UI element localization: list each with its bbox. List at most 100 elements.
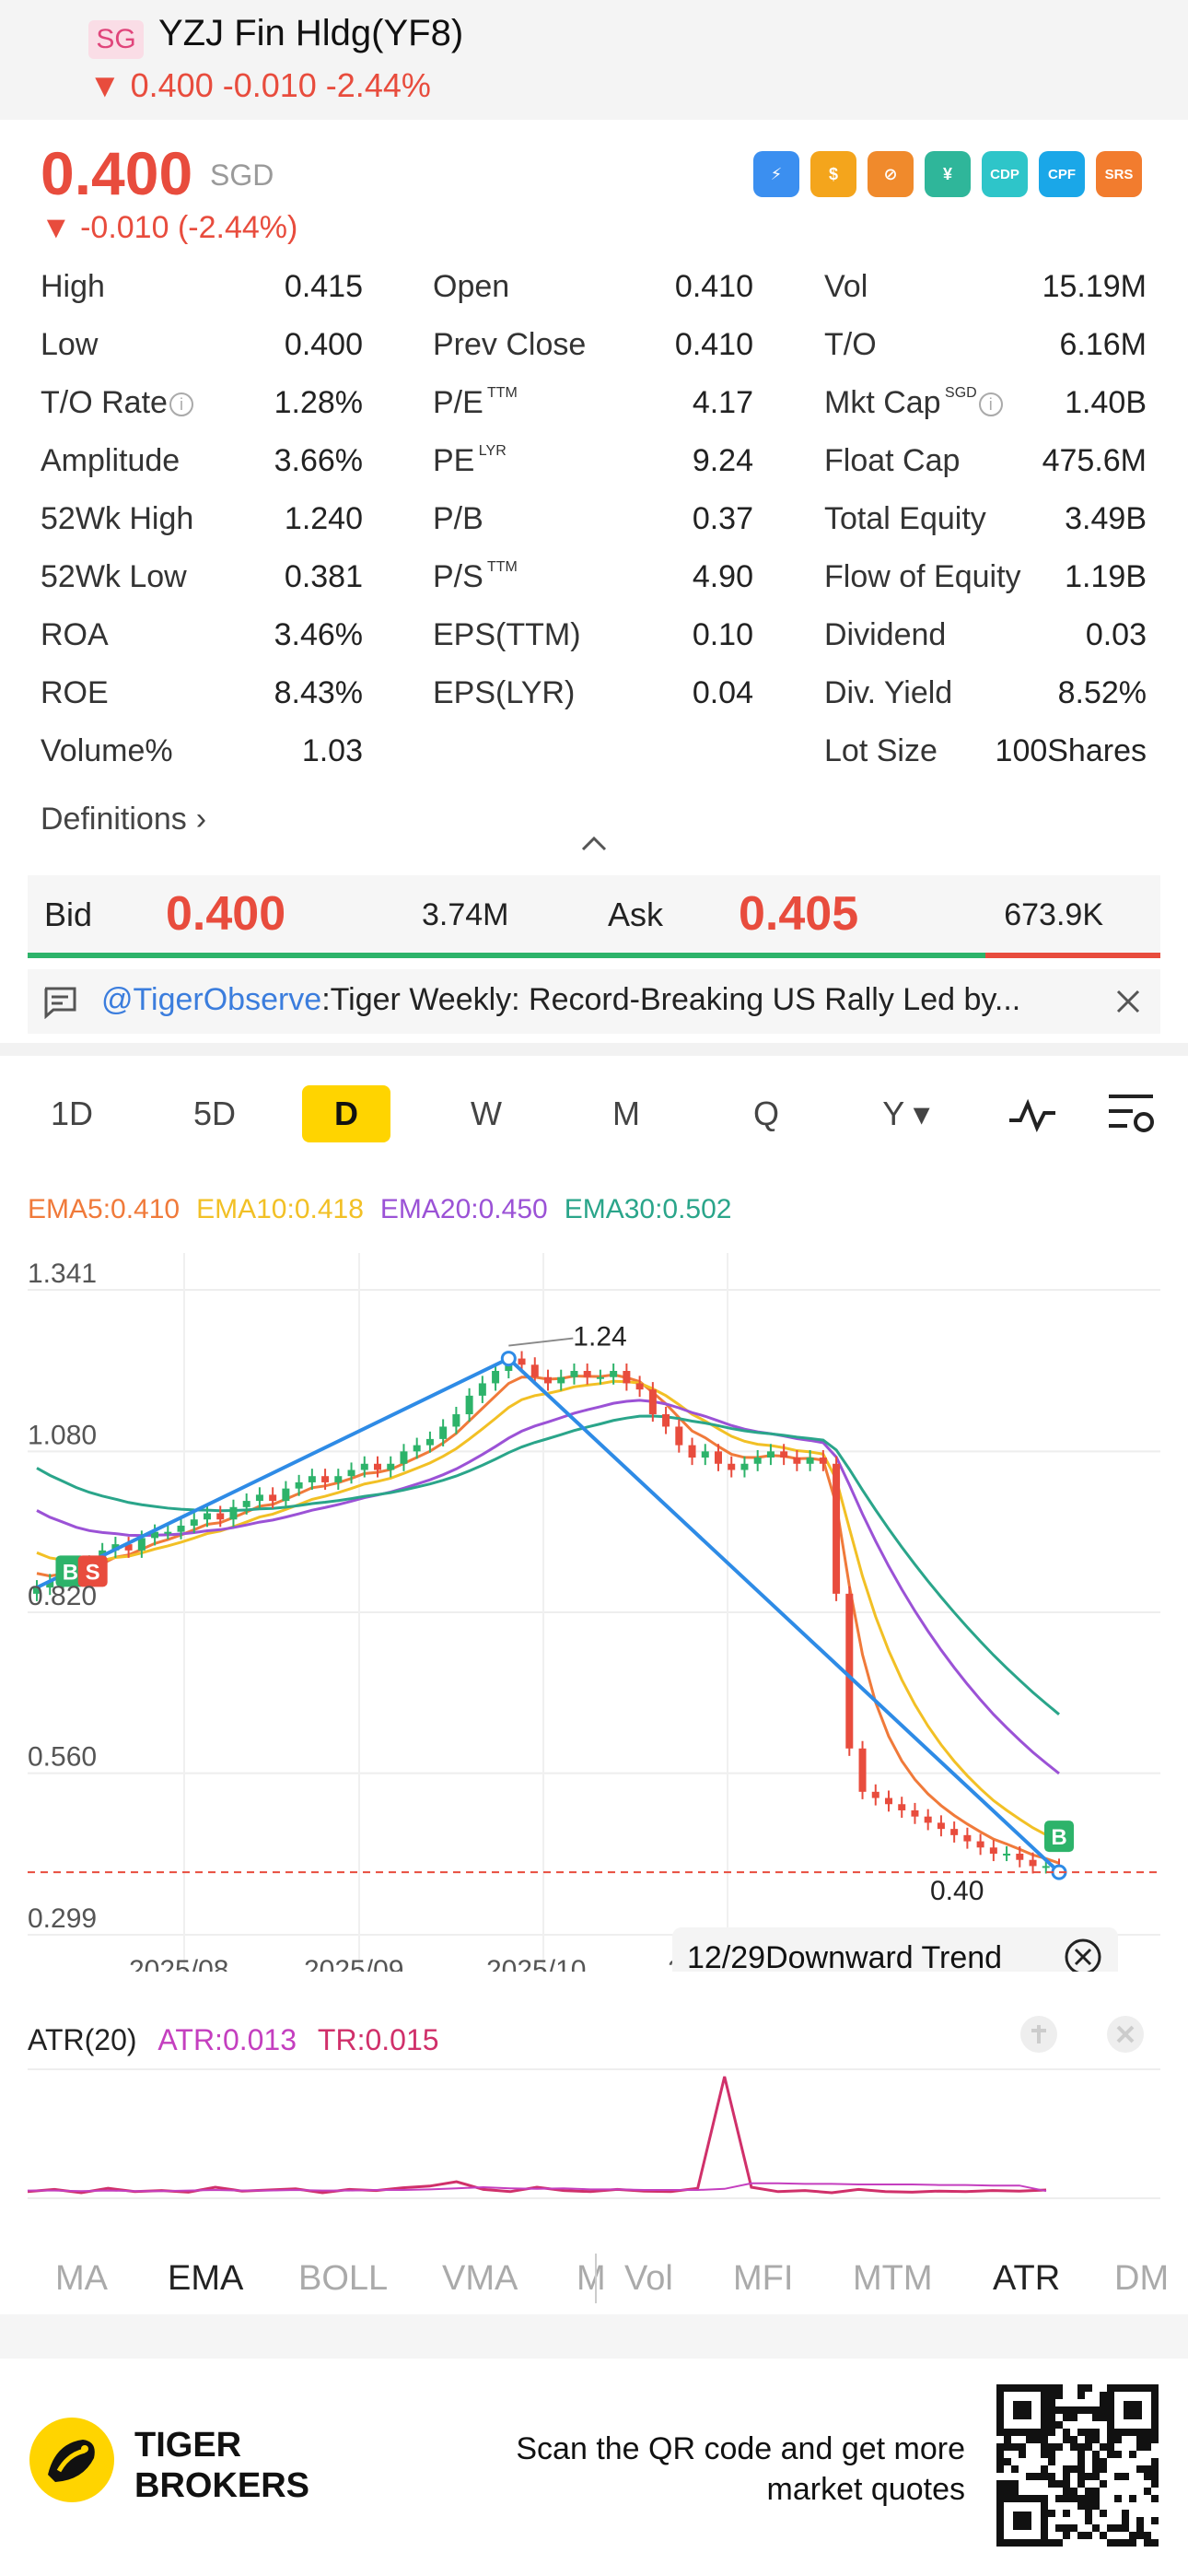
tab-indicator-vol[interactable]: Vol bbox=[624, 2259, 673, 2299]
money-hand-icon[interactable]: ¥ bbox=[925, 151, 971, 197]
stock-name: YZJ Fin Hldg(YF8) bbox=[158, 13, 464, 53]
tab-period-q[interactable]: Q bbox=[722, 1085, 810, 1142]
ema-series-line bbox=[36, 1414, 1060, 1715]
price-chart[interactable]: 1.240.40B SB 1.3411.0800.8200.5600.299202… bbox=[0, 1235, 1188, 1972]
tab-indicator-vma[interactable]: VMA bbox=[442, 2259, 518, 2299]
candle bbox=[282, 1481, 290, 1509]
stat-value: 0.381 bbox=[284, 559, 363, 594]
tabs-divider bbox=[595, 2254, 597, 2303]
info-icon[interactable]: i bbox=[169, 392, 193, 417]
candle bbox=[662, 1406, 670, 1434]
stat-value: 475.6M bbox=[1042, 443, 1147, 478]
candle bbox=[911, 1802, 919, 1824]
trendline-up[interactable] bbox=[36, 1356, 510, 1589]
stat-label: Float Cap bbox=[824, 443, 960, 479]
atr-legend: ATR(20) ATR:0.013 TR:0.015 bbox=[28, 2023, 439, 2057]
candle bbox=[728, 1456, 736, 1478]
ask-size: 673.9K bbox=[1004, 897, 1103, 932]
stat-label-text: Amplitude bbox=[41, 443, 181, 478]
candle bbox=[400, 1444, 408, 1471]
peak-label: 1.24 bbox=[573, 1322, 626, 1352]
stat-label-text: EPS(LYR) bbox=[433, 675, 576, 710]
qr-code-icon[interactable] bbox=[996, 2384, 1159, 2547]
cdp-icon[interactable]: CDP bbox=[982, 151, 1028, 197]
stat-sup: SGD bbox=[940, 385, 977, 401]
indicator-wave-icon[interactable] bbox=[1007, 1096, 1057, 1133]
srs-icon[interactable]: SRS bbox=[1096, 151, 1142, 197]
stat-float-cap: Float Cap 475.6M bbox=[824, 443, 1147, 489]
stat-label: ROA bbox=[41, 617, 109, 653]
chart-settings-icon[interactable] bbox=[1105, 1091, 1157, 1137]
candle bbox=[583, 1363, 591, 1385]
flash-icon[interactable]: ⚡ bbox=[753, 151, 799, 197]
stat-value: 0.410 bbox=[674, 269, 753, 304]
y-tick-label: 1.341 bbox=[28, 1259, 97, 1289]
ema-legend: EMA5:0.410 EMA10:0.418 EMA20:0.450 EMA30:0.… bbox=[28, 1194, 749, 1225]
tab-period-1d[interactable]: 1D bbox=[28, 1085, 116, 1142]
info-icon[interactable]: i bbox=[978, 392, 1003, 417]
tab-indicator-mtm[interactable]: MTM bbox=[853, 2259, 933, 2299]
news-ticker[interactable]: @TigerObserve:Tiger Weekly: Record-Break… bbox=[28, 969, 1160, 1034]
stat-label: 52Wk High bbox=[41, 501, 193, 537]
tab-indicator-atr[interactable]: ATR bbox=[993, 2259, 1060, 2299]
pin-icon[interactable] bbox=[1019, 2014, 1059, 2055]
low-label: 0.40 bbox=[930, 1876, 984, 1906]
definitions-link[interactable]: Definitions › bbox=[41, 802, 206, 837]
ask-price: 0.405 bbox=[739, 887, 859, 941]
bid-volume-bar bbox=[28, 953, 985, 958]
tab-indicator-dm[interactable]: DM bbox=[1114, 2259, 1169, 2299]
stat-value: 3.66% bbox=[274, 443, 363, 478]
candle bbox=[937, 1815, 945, 1837]
ema-legend-item: EMA10:0.418 bbox=[196, 1194, 364, 1224]
tab-period-5d[interactable]: 5D bbox=[170, 1085, 259, 1142]
candle bbox=[950, 1821, 959, 1843]
stat-value: 0.03 bbox=[1085, 617, 1147, 652]
stat-volume-: Volume% 1.03 bbox=[41, 733, 363, 779]
stat-high: High 0.415 bbox=[41, 269, 363, 315]
stat-label-text: Volume% bbox=[41, 733, 173, 768]
dollar-icon[interactable]: $ bbox=[810, 151, 856, 197]
tab-indicator-ema[interactable]: EMA bbox=[168, 2259, 243, 2299]
tab-period-d[interactable]: D bbox=[302, 1085, 390, 1142]
stat-lot-size: Lot Size 100Shares bbox=[824, 733, 1147, 779]
stat-label-text: Flow of Equity bbox=[824, 559, 1021, 594]
stat-value: 100Shares bbox=[995, 733, 1147, 768]
stat-label-text: Float Cap bbox=[824, 443, 961, 478]
stat-flow-of-equity: Flow of Equity 1.19B bbox=[824, 559, 1147, 605]
tab-indicator-m[interactable]: M bbox=[577, 2259, 606, 2299]
stat-total-equity: Total Equity 3.49B bbox=[824, 501, 1147, 547]
tab-period-y[interactable]: Y ▾ bbox=[862, 1085, 950, 1142]
close-panel-icon[interactable] bbox=[1105, 2014, 1146, 2055]
y-tick-label: 0.299 bbox=[28, 1903, 97, 1934]
buy-marker[interactable]: B bbox=[1044, 1821, 1074, 1853]
collapse-caret-icon[interactable] bbox=[580, 834, 608, 852]
candle bbox=[688, 1437, 696, 1466]
tab-period-m[interactable]: M bbox=[582, 1085, 670, 1142]
y-tick-label: 0.560 bbox=[28, 1742, 97, 1773]
stat-sup: LYR bbox=[474, 443, 507, 459]
x-tick-label: 2025/10 bbox=[486, 1955, 586, 1972]
cpf-icon[interactable]: CPF bbox=[1039, 151, 1085, 197]
tab-indicator-boll[interactable]: BOLL bbox=[298, 2259, 388, 2299]
peak-leader bbox=[508, 1337, 574, 1347]
stat-label-text: 52Wk High bbox=[41, 501, 194, 536]
close-icon[interactable] bbox=[1112, 986, 1144, 1017]
tab-indicator-ma[interactable]: MA bbox=[55, 2259, 108, 2299]
stat-label: P/S TTM bbox=[433, 559, 518, 595]
stat-value: 1.28% bbox=[274, 385, 363, 420]
stat-roe: ROE 8.43% bbox=[41, 675, 363, 721]
news-handle[interactable]: @TigerObserve bbox=[101, 982, 321, 1017]
candle bbox=[544, 1369, 552, 1391]
trend-note[interactable]: 12/29Downward Trend bbox=[672, 1927, 1118, 1972]
stat-label: PE LYR bbox=[433, 443, 507, 479]
trend-anchor[interactable] bbox=[500, 1351, 517, 1367]
tab-indicator-mfi[interactable]: MFI bbox=[733, 2259, 793, 2299]
stat-low: Low 0.400 bbox=[41, 327, 363, 373]
tr-series-line bbox=[27, 2076, 1047, 2195]
stat-52wk-high: 52Wk High 1.240 bbox=[41, 501, 363, 547]
stat-sup: TTM bbox=[483, 559, 518, 575]
stat-label-text: ROE bbox=[41, 675, 109, 710]
candle bbox=[753, 1449, 762, 1471]
tab-period-w[interactable]: W bbox=[442, 1085, 530, 1142]
no-short-icon[interactable]: ⊘ bbox=[868, 151, 914, 197]
